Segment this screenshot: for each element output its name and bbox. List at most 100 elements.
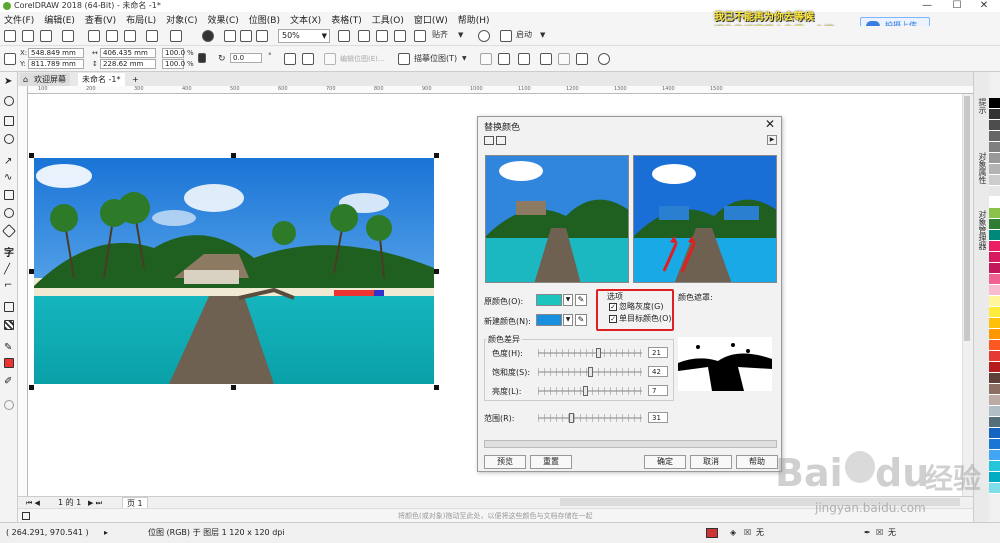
- resample-icon[interactable]: [480, 53, 492, 65]
- eyedropper-icon[interactable]: ✎: [575, 314, 587, 326]
- docker-tab-hints[interactable]: 提示: [976, 98, 988, 114]
- palette-swatch[interactable]: [989, 472, 1000, 483]
- edit-bitmap-button[interactable]: 编辑位图(E)...: [340, 54, 385, 64]
- hue-value-field[interactable]: 21: [648, 347, 668, 358]
- interactive-fill-tool-icon[interactable]: [4, 358, 14, 368]
- selection-handle[interactable]: [434, 385, 439, 390]
- selection-handle[interactable]: [29, 269, 34, 274]
- width-field[interactable]: 406.435 mm: [100, 48, 156, 58]
- bitmap-effects-icon[interactable]: [576, 53, 588, 65]
- maximize-button[interactable]: ☐: [945, 0, 969, 12]
- lock-ratio-icon[interactable]: [198, 53, 206, 63]
- palette-swatch[interactable]: [989, 384, 1000, 395]
- palette-swatch[interactable]: [989, 351, 1000, 362]
- menu-object[interactable]: 对象(C): [166, 13, 197, 26]
- new-document-icon[interactable]: [4, 30, 16, 42]
- palette-swatch[interactable]: [989, 219, 1000, 230]
- expand-arrow-icon[interactable]: ▶: [767, 135, 777, 145]
- shape-tool-icon[interactable]: [4, 96, 14, 106]
- add-icon[interactable]: [598, 53, 610, 65]
- menu-help[interactable]: 帮助(H): [458, 13, 490, 26]
- palette-swatch[interactable]: [989, 417, 1000, 428]
- trace-bitmap-icon[interactable]: [398, 53, 410, 65]
- chevron-down-icon[interactable]: ▼: [563, 294, 573, 306]
- palette-swatch[interactable]: [989, 307, 1000, 318]
- menu-view[interactable]: 查看(V): [85, 13, 116, 26]
- parallel-dimension-tool-icon[interactable]: ╱: [4, 264, 14, 275]
- range-value-field[interactable]: 31: [648, 412, 668, 423]
- palette-swatch[interactable]: [989, 252, 1000, 263]
- saturation-slider-knob[interactable]: [587, 367, 593, 377]
- new-tab-button[interactable]: +: [128, 73, 143, 86]
- rectangle-tool-icon[interactable]: [4, 190, 14, 200]
- link-bitmap-icon[interactable]: [558, 53, 570, 65]
- snap-icon[interactable]: [414, 30, 426, 42]
- chevron-down-icon[interactable]: ▼: [458, 30, 463, 40]
- launch-label[interactable]: 启动: [516, 30, 532, 40]
- palette-swatch[interactable]: [989, 483, 1000, 494]
- palette-swatch[interactable]: [989, 241, 1000, 252]
- single-preview-icon[interactable]: [496, 136, 506, 145]
- vertical-scrollbar-thumb[interactable]: [964, 96, 970, 341]
- palette-swatch[interactable]: [989, 274, 1000, 285]
- palette-swatch[interactable]: [989, 208, 1000, 219]
- hue-slider[interactable]: [538, 348, 642, 358]
- freehand-tool-icon[interactable]: ↗: [4, 156, 14, 167]
- scale-height-field[interactable]: 100.0: [162, 59, 185, 69]
- brightness-slider-knob[interactable]: [583, 386, 589, 396]
- palette-swatch[interactable]: [989, 120, 1000, 131]
- paste-icon[interactable]: [124, 30, 136, 42]
- palette-swatch[interactable]: [989, 109, 1000, 120]
- palette-swatch[interactable]: [989, 197, 1000, 208]
- palette-swatch[interactable]: [989, 439, 1000, 450]
- polygon-tool-icon[interactable]: [1, 223, 17, 239]
- mirror-vertical-icon[interactable]: [302, 53, 314, 65]
- show-guidelines-icon[interactable]: [394, 30, 406, 42]
- chevron-down-icon[interactable]: ▼: [540, 30, 545, 40]
- palette-swatch[interactable]: [989, 318, 1000, 329]
- palette-swatch[interactable]: [989, 406, 1000, 417]
- x-position-field[interactable]: 548.849 mm: [28, 48, 84, 58]
- crop-tool-icon[interactable]: [4, 116, 14, 126]
- redo-icon[interactable]: [170, 30, 182, 42]
- brightness-value-field[interactable]: 7: [648, 385, 668, 396]
- cut-icon[interactable]: [88, 30, 100, 42]
- snap-to-label[interactable]: 贴齐: [432, 30, 448, 40]
- eyedropper-icon[interactable]: ✎: [575, 294, 587, 306]
- palette-swatch[interactable]: [989, 340, 1000, 351]
- selection-handle[interactable]: [231, 153, 236, 158]
- show-rulers-icon[interactable]: [358, 30, 370, 42]
- close-button[interactable]: ✕: [972, 0, 996, 12]
- range-slider-knob[interactable]: [568, 413, 574, 423]
- dialog-close-button[interactable]: ✕: [765, 117, 775, 131]
- palette-swatch[interactable]: [989, 175, 1000, 186]
- menu-layout[interactable]: 布局(L): [126, 13, 156, 26]
- cancel-button[interactable]: 取消: [690, 455, 732, 469]
- text-tool-icon[interactable]: 字: [4, 244, 14, 259]
- docker-tab-object-manager[interactable]: 对象管理器: [976, 210, 988, 250]
- brightness-slider[interactable]: [538, 386, 642, 396]
- hue-slider-knob[interactable]: [596, 348, 602, 358]
- menu-edit[interactable]: 编辑(E): [44, 13, 75, 26]
- new-color-swatch[interactable]: [536, 314, 562, 326]
- artistic-media-tool-icon[interactable]: ∿: [4, 172, 14, 183]
- open-icon[interactable]: [22, 30, 34, 42]
- crop-bitmap-icon[interactable]: [498, 53, 510, 65]
- chevron-down-icon[interactable]: ▼: [462, 54, 467, 64]
- transparency-tool-icon[interactable]: [4, 320, 14, 330]
- chevron-down-icon[interactable]: ▼: [563, 314, 573, 326]
- bitmap-color-mask-icon[interactable]: [540, 53, 552, 65]
- selection-handle[interactable]: [434, 153, 439, 158]
- horizontal-ruler[interactable]: 100 200 300 400 500 600 700 800 900 1000…: [28, 86, 973, 94]
- preview-button[interactable]: 预览: [484, 455, 526, 469]
- menu-text[interactable]: 文本(X): [290, 13, 321, 26]
- add-tool-icon[interactable]: [4, 400, 14, 410]
- copy-icon[interactable]: [106, 30, 118, 42]
- save-icon[interactable]: [40, 30, 52, 42]
- smart-fill-tool-icon[interactable]: ✐: [4, 376, 14, 387]
- selection-handle[interactable]: [29, 385, 34, 390]
- bitmap-border-icon[interactable]: [518, 53, 530, 65]
- pick-tool-icon[interactable]: ➤: [4, 76, 14, 87]
- menu-table[interactable]: 表格(T): [331, 13, 362, 26]
- publish-pdf-icon[interactable]: [256, 30, 268, 42]
